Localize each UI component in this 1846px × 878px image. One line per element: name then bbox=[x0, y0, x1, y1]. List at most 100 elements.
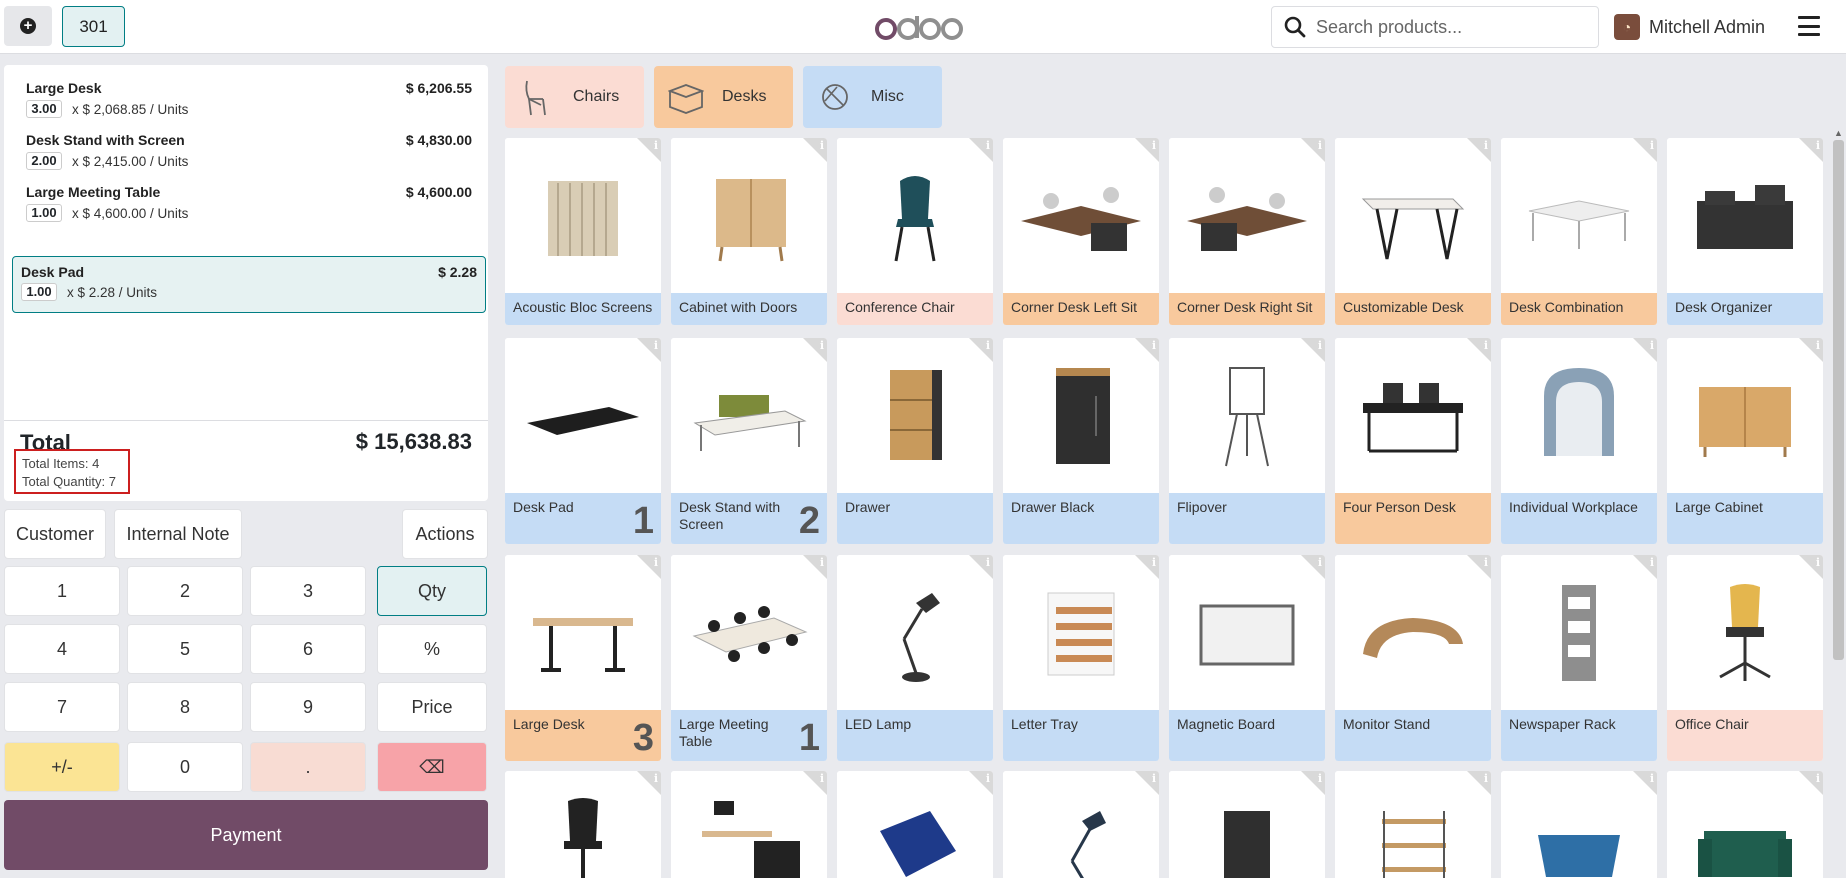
product-card[interactable]: i Drawer bbox=[837, 338, 993, 544]
total-quantity: Total Quantity: 7 bbox=[22, 474, 116, 489]
product-card[interactable]: i bbox=[1335, 771, 1491, 878]
product-card[interactable]: i Letter Tray bbox=[1003, 555, 1159, 761]
price-mode-button[interactable]: Price bbox=[377, 682, 487, 732]
menu-icon[interactable] bbox=[1798, 16, 1820, 36]
product-card[interactable]: i bbox=[505, 771, 661, 878]
order-line[interactable]: Large Meeting Table $ 4,600.00 1.00 x $ … bbox=[10, 169, 484, 225]
internal-note-button[interactable]: Internal Note bbox=[114, 509, 242, 559]
product-name: Acoustic Bloc Screens bbox=[505, 293, 661, 325]
product-card[interactable]: i Large Desk 3 bbox=[505, 555, 661, 761]
total-value: $ 15,638.83 bbox=[355, 429, 472, 454]
product-card[interactable]: i Customizable Desk bbox=[1335, 138, 1491, 325]
product-card[interactable]: i Large Meeting Table 1 bbox=[671, 555, 827, 761]
order-line-price: $ 4,600.00 bbox=[405, 184, 472, 200]
numpad-key-8[interactable]: 8 bbox=[127, 682, 243, 732]
product-card[interactable]: i bbox=[1003, 771, 1159, 878]
qty-mode-button[interactable]: Qty bbox=[377, 566, 487, 616]
product-card[interactable]: i Newspaper Rack bbox=[1501, 555, 1657, 761]
product-card[interactable]: i bbox=[1667, 771, 1823, 878]
order-line-price: $ 2.28 bbox=[438, 264, 477, 280]
product-cart-count: 1 bbox=[632, 500, 654, 542]
product-search[interactable] bbox=[1271, 6, 1599, 48]
product-card[interactable]: i Flipover bbox=[1169, 338, 1325, 544]
order-line-price: $ 4,830.00 bbox=[405, 132, 472, 148]
chair-icon bbox=[525, 80, 546, 116]
numpad-key-0[interactable]: 0 bbox=[127, 742, 243, 792]
scroll-up-arrow-icon[interactable]: ▲ bbox=[1834, 128, 1843, 138]
category-chairs[interactable]: Chairs bbox=[505, 66, 644, 128]
discount-mode-button[interactable]: % bbox=[377, 624, 487, 674]
product-name: Four Person Desk bbox=[1335, 493, 1491, 544]
product-name: Monitor Stand bbox=[1335, 710, 1491, 761]
order-line-qty: 3.00 bbox=[26, 100, 62, 118]
product-card[interactable]: i Acoustic Bloc Screens bbox=[505, 138, 661, 325]
order-line-qty: 1.00 bbox=[26, 204, 62, 222]
product-name: Flipover bbox=[1169, 493, 1325, 544]
user-menu[interactable]: ◔ Mitchell Admin bbox=[1614, 14, 1765, 40]
category-misc[interactable]: Misc bbox=[803, 66, 942, 128]
order-line-name: Large Desk bbox=[26, 80, 102, 96]
numpad-key-3[interactable]: 3 bbox=[250, 566, 366, 616]
category-desks[interactable]: Desks bbox=[654, 66, 793, 128]
product-name: Office Chair bbox=[1667, 710, 1823, 761]
product-card[interactable]: i bbox=[837, 771, 993, 878]
product-card[interactable]: i Desk Combination bbox=[1501, 138, 1657, 325]
order-line[interactable]: Large Desk $ 6,206.55 3.00 x $ 2,068.85 … bbox=[10, 65, 484, 121]
order-line-unit-price: x $ 4,600.00 / Units bbox=[72, 206, 189, 221]
product-name: Letter Tray bbox=[1003, 710, 1159, 761]
product-card[interactable]: i Corner Desk Right Sit bbox=[1169, 138, 1325, 325]
numpad-key-4[interactable]: 4 bbox=[4, 624, 120, 674]
product-name: Corner Desk Left Sit bbox=[1003, 293, 1159, 325]
product-card[interactable]: i Monitor Stand bbox=[1335, 555, 1491, 761]
product-name: Desk Organizer bbox=[1667, 293, 1823, 325]
product-name: Conference Chair bbox=[837, 293, 993, 325]
numpad-key-2[interactable]: 2 bbox=[127, 566, 243, 616]
odoo-logo bbox=[874, 8, 964, 46]
product-card[interactable]: i bbox=[1169, 771, 1325, 878]
backspace-icon[interactable]: ⌫ bbox=[377, 742, 487, 792]
product-card[interactable]: i Desk Pad 1 bbox=[505, 338, 661, 544]
order-panel: Large Desk $ 6,206.55 3.00 x $ 2,068.85 … bbox=[4, 65, 488, 501]
category-misc-label: Misc bbox=[871, 88, 904, 105]
product-card[interactable]: i Cabinet with Doors bbox=[671, 138, 827, 325]
search-input[interactable] bbox=[1316, 16, 1576, 38]
numpad-key-1[interactable]: 1 bbox=[4, 566, 120, 616]
product-card[interactable]: i Magnetic Board bbox=[1169, 555, 1325, 761]
numpad-plus-minus[interactable]: +/- bbox=[4, 742, 120, 792]
product-card[interactable]: i Large Cabinet bbox=[1667, 338, 1823, 544]
product-card[interactable]: i LED Lamp bbox=[837, 555, 993, 761]
new-order-button[interactable]: + bbox=[4, 6, 52, 46]
product-card[interactable]: i Drawer Black bbox=[1003, 338, 1159, 544]
user-name: Mitchell Admin bbox=[1649, 16, 1766, 37]
product-card[interactable]: i Four Person Desk bbox=[1335, 338, 1491, 544]
avatar: ◔ bbox=[1614, 14, 1640, 40]
numpad-key-9[interactable]: 9 bbox=[250, 682, 366, 732]
product-card[interactable]: i Conference Chair bbox=[837, 138, 993, 325]
scrollbar[interactable] bbox=[1833, 140, 1844, 660]
numpad-key-5[interactable]: 5 bbox=[127, 624, 243, 674]
order-line-selected[interactable]: Desk Pad $ 2.28 1.00 x $ 2.28 / Units bbox=[12, 256, 486, 313]
odoo-logo-mark bbox=[875, 16, 963, 40]
total-items: Total Items: 4 bbox=[22, 456, 100, 471]
order-line-qty: 2.00 bbox=[26, 152, 62, 170]
actions-button[interactable]: Actions bbox=[402, 509, 488, 559]
order-line-unit-price: x $ 2,415.00 / Units bbox=[72, 154, 189, 169]
product-card[interactable]: i Individual Workplace bbox=[1501, 338, 1657, 544]
product-card[interactable]: i bbox=[1501, 771, 1657, 878]
order-tab-301[interactable]: 301 bbox=[62, 6, 125, 47]
numpad-key-6[interactable]: 6 bbox=[250, 624, 366, 674]
product-name: Individual Workplace bbox=[1501, 493, 1657, 544]
order-total-section: Total $ 15,638.83 Total Items: 4 Total Q… bbox=[4, 420, 488, 501]
product-card[interactable]: i Desk Stand with Screen 2 bbox=[671, 338, 827, 544]
numpad-key-7[interactable]: 7 bbox=[4, 682, 120, 732]
product-card[interactable]: i bbox=[671, 771, 827, 878]
order-line-name: Desk Stand with Screen bbox=[26, 132, 185, 148]
product-card[interactable]: i Office Chair bbox=[1667, 555, 1823, 761]
product-card[interactable]: i Corner Desk Left Sit bbox=[1003, 138, 1159, 325]
product-card[interactable]: i Desk Organizer bbox=[1667, 138, 1823, 325]
payment-button[interactable]: Payment bbox=[4, 800, 488, 870]
numpad-decimal[interactable]: . bbox=[250, 742, 366, 792]
order-line[interactable]: Desk Stand with Screen $ 4,830.00 2.00 x… bbox=[10, 117, 484, 173]
customer-button[interactable]: Customer bbox=[4, 509, 106, 559]
product-cart-count: 2 bbox=[798, 500, 820, 542]
